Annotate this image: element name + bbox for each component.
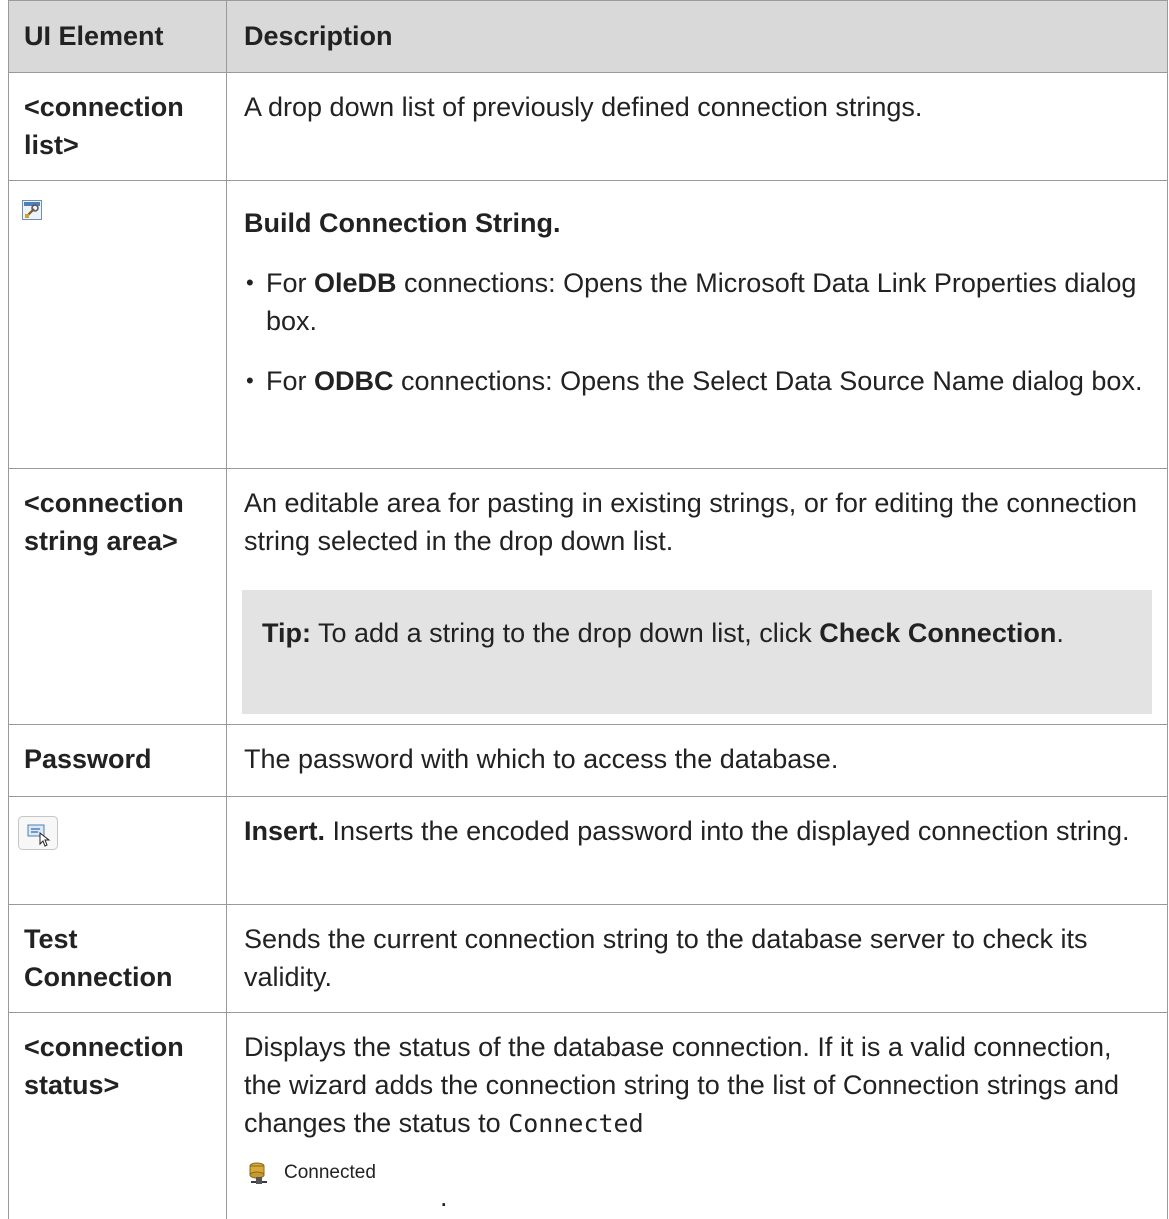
list-item: For OleDB connections: Opens the Microso…: [244, 264, 1154, 340]
table-row: Password The password with which to acce…: [8, 724, 1168, 796]
description-connection-status: Displays the status of the database conn…: [244, 1032, 1120, 1138]
description-connection-list: A drop down list of previously defined c…: [244, 92, 923, 122]
table-row: <connection string area> An editable are…: [8, 468, 1168, 724]
build-connection-string-title: Build Connection String.: [244, 208, 561, 238]
element-password: Password: [24, 744, 152, 774]
element-connection-status: <connection status>: [24, 1032, 184, 1100]
status-connected-text: Connected: [508, 1109, 644, 1138]
header-description: Description: [244, 21, 393, 51]
element-test-connection: Test Connection: [24, 924, 173, 992]
table-row: <connection status> Displays the status …: [8, 1012, 1168, 1219]
list-item: For ODBC connections: Opens the Select D…: [244, 362, 1154, 400]
status-period: .: [440, 1182, 448, 1212]
tip-label: Tip:: [262, 618, 311, 648]
header-ui-element: UI Element: [24, 21, 164, 51]
table-row: Insert. Inserts the encoded password int…: [8, 796, 1168, 904]
element-connection-list: <connection list>: [24, 92, 184, 160]
build-connection-options: For OleDB connections: Opens the Microso…: [244, 264, 1154, 400]
element-connection-string-area: <connection string area>: [24, 488, 184, 556]
tip-box: Tip: To add a string to the drop down li…: [242, 590, 1152, 714]
table-row: Test Connection Sends the current connec…: [8, 904, 1168, 1012]
description-password: The password with which to access the da…: [244, 744, 839, 774]
table-row: <connection list> A drop down list of pr…: [8, 72, 1168, 180]
database-connected-icon: [248, 1162, 270, 1191]
ui-elements-table: UI Element Description <connection list>…: [8, 0, 1168, 1219]
table-row: Build Connection String. For OleDB conne…: [8, 180, 1168, 468]
description-test-connection: Sends the current connection string to t…: [244, 924, 1088, 992]
insert-title: Insert.: [244, 816, 326, 846]
description-insert: Inserts the encoded password into the di…: [325, 816, 1130, 846]
build-connection-string-icon: [22, 200, 42, 225]
table-header: UI Element Description: [8, 0, 1168, 72]
status-connected-label: Connected: [284, 1162, 376, 1183]
insert-password-icon: [18, 816, 58, 855]
description-connection-string-area: An editable area for pasting in existing…: [244, 488, 1138, 556]
check-connection-ref: Check Connection: [819, 618, 1057, 648]
